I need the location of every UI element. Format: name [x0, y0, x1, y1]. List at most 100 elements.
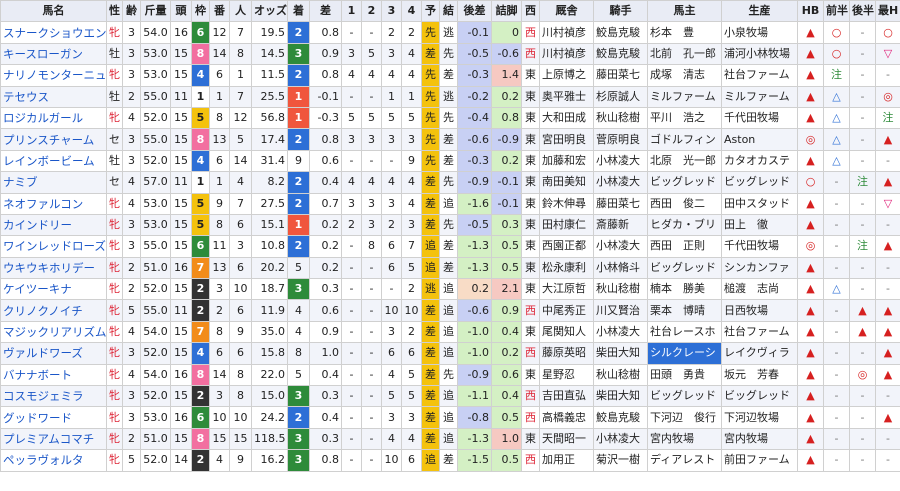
table-row[interactable]: グッドワード牝 3 53.0 16 6 10 10 24.2 2 0.4- -3 3 差追 -0.8 0.5…: [0, 406, 900, 429]
table-row[interactable]: カインドリー牝 3 53.0 15 5 8 6 15.1 1 0.2 2 3 2 3 差先 -0.5 0.3 東田…: [0, 213, 900, 237]
column-header[interactable]: 枠: [191, 0, 210, 23]
jockey-cell: 小林凌大: [593, 171, 648, 194]
mark-kou: -: [849, 427, 876, 451]
column-header[interactable]: 2: [361, 0, 382, 23]
mark-kou: -: [849, 385, 876, 408]
column-header[interactable]: 結: [439, 0, 458, 23]
column-header[interactable]: 差: [309, 0, 342, 23]
result-style-cell: 追: [439, 406, 458, 429]
column-header[interactable]: 西: [521, 0, 540, 23]
horse-name-link[interactable]: ウキウキホリデー: [0, 256, 107, 280]
column-header[interactable]: 馬名: [0, 0, 107, 23]
column-header[interactable]: 馬主: [647, 0, 722, 23]
corner-1-cell: -: [341, 449, 362, 472]
mark-hb: ▲: [797, 149, 824, 173]
corner-2-cell: -: [361, 363, 382, 387]
horse-name-link[interactable]: テセウス: [0, 85, 107, 108]
sex-cell: 牝: [106, 427, 123, 451]
table-row[interactable]: コスモジェミラ牝 3 52.0 15 2 3 8 15.0 3 0.3- -5 5 差追 -1.1 0.4 西…: [0, 385, 900, 408]
horse-name-link[interactable]: クリノクノイチ: [0, 299, 107, 322]
column-header[interactable]: 騎手: [593, 0, 648, 23]
horse-name-link[interactable]: ヴァルドワーズ: [0, 342, 107, 365]
late-diff-cell: -0.1: [457, 21, 492, 44]
horse-name-link[interactable]: プリンスチャーム: [0, 128, 107, 151]
horse-name-link[interactable]: ロジカルガール: [0, 106, 107, 130]
column-header[interactable]: 予: [421, 0, 440, 23]
column-header[interactable]: 1: [341, 0, 362, 23]
table-row[interactable]: ナミブセ 4 57.0 11 1 1 4 8.2 2 0.4 4 4 4 4 差先 -0.9 -0.1 東南田美知…: [0, 171, 900, 194]
horse-name-link[interactable]: バナナボート: [0, 363, 107, 387]
table-row[interactable]: ペッラヴォルタ牝 5 52.0 14 2 4 9 16.2 3 0.8- -10 6 追差 -1.5 0.5…: [0, 449, 900, 472]
prediction-cell: 先: [421, 85, 440, 108]
column-header[interactable]: 後差: [457, 0, 492, 23]
horse-name-link[interactable]: マジックリアリズム: [0, 320, 107, 344]
column-header[interactable]: 3: [381, 0, 402, 23]
mark-zen: △: [823, 278, 850, 301]
table-row[interactable]: ナリノモンターニュ牝 3 53.0 15 4 6 1 11.5 2 0.8 4 4 4 4 先差 -0.3 1.…: [0, 64, 900, 87]
popularity-cell: 7: [229, 85, 252, 108]
horse-name-link[interactable]: スナークショウエン: [0, 21, 107, 44]
jockey-cell: 菅原明良: [593, 128, 648, 151]
table-row[interactable]: クリノクノイチ牝 5 55.0 11 2 2 6 11.9 4 0.6- -10 10 差追 -0.6 0.…: [0, 299, 900, 322]
column-header[interactable]: 4: [401, 0, 422, 23]
column-header[interactable]: 詰脚: [491, 0, 522, 23]
column-header[interactable]: HB: [797, 0, 824, 23]
column-header[interactable]: 頭: [170, 0, 192, 23]
table-row[interactable]: バナナボート牝 4 54.0 16 8 14 8 22.0 5 0.4- -4 5 差先 -0.9 0.6 東…: [0, 363, 900, 387]
table-row[interactable]: ネオファルコン牝 4 53.0 15 5 9 7 27.5 2 0.7 3 3 3 4 差追 -1.6 -0.1…: [0, 192, 900, 215]
column-header[interactable]: オッズ: [251, 0, 288, 23]
corner-4-cell: 2: [401, 21, 422, 44]
table-row[interactable]: ケイツーキナ牝 2 52.0 15 2 3 10 18.7 3 0.3- - -2 逃追 0.2 2.1 東大…: [0, 278, 900, 301]
table-row[interactable]: キースローガン牡 3 53.0 15 8 14 8 14.5 3 0.9 3 5 3 4 差先 -0.5 -0.…: [0, 42, 900, 66]
column-header[interactable]: 齢: [122, 0, 141, 23]
margin-cell: 0.9: [309, 320, 342, 344]
table-row[interactable]: スナークショウエン牝 3 54.0 16 6 12 7 19.5 2 0.8- -2 2 先逃 -0.1 0…: [0, 21, 900, 44]
number-cell: 13: [209, 256, 230, 280]
corner-3-cell: 3: [381, 192, 402, 215]
trainer-cell: 鈴木伸尋: [539, 192, 594, 215]
horse-name-link[interactable]: カインドリー: [0, 213, 107, 237]
column-header[interactable]: 生産: [721, 0, 798, 23]
column-header[interactable]: 人: [229, 0, 252, 23]
table-row[interactable]: レインボービーム牡 3 52.0 15 4 6 14 31.4 9 0.6- - -9 先差 -0.3 0.…: [0, 149, 900, 173]
column-header[interactable]: 斤量: [140, 0, 171, 23]
owner-cell: 平川 浩之: [647, 106, 722, 130]
breeder-cell: 槌渡 志尚: [721, 278, 798, 301]
column-header[interactable]: 最H: [875, 0, 900, 23]
sex-cell: 牝: [106, 406, 123, 429]
horse-name-link[interactable]: コスモジェミラ: [0, 385, 107, 408]
horse-name-link[interactable]: レインボービーム: [0, 149, 107, 173]
odds-cell: 31.4: [251, 149, 288, 173]
column-header[interactable]: 番: [209, 0, 230, 23]
number-cell: 13: [209, 128, 230, 151]
column-header[interactable]: 厩舎: [539, 0, 594, 23]
odds-cell: 10.8: [251, 235, 288, 258]
horse-name-link[interactable]: ナリノモンターニュ: [0, 64, 107, 87]
prediction-cell: 差: [421, 299, 440, 322]
margin-cell: 0.8: [309, 64, 342, 87]
horse-name-link[interactable]: ネオファルコン: [0, 192, 107, 215]
horse-name-link[interactable]: キースローガン: [0, 42, 107, 66]
horse-name-link[interactable]: グッドワード: [0, 406, 107, 429]
corner-4-cell: 3: [401, 128, 422, 151]
column-header[interactable]: 着: [287, 0, 310, 23]
corner-2-cell: -: [361, 299, 382, 322]
table-row[interactable]: ロジカルガール牝 4 52.0 15 5 8 12 56.8 1 -0.3 5 5 5 5 先先 -0.4 0.…: [0, 106, 900, 130]
horse-name-link[interactable]: ワインレッドローズ: [0, 235, 107, 258]
table-row[interactable]: ヴァルドワーズ牝 3 52.0 15 4 6 6 15.8 8 1.0- -6 6 差追 -1.0 0.2 西…: [0, 342, 900, 365]
table-row[interactable]: テセウス牡 2 55.0 11 1 1 7 25.5 1 -0.1- -1 1 先逃 -0.2 0.2 東奥平…: [0, 85, 900, 108]
column-header[interactable]: 前半: [823, 0, 850, 23]
column-header[interactable]: 性: [106, 0, 123, 23]
table-row[interactable]: ウキウキホリデー牝 2 51.0 16 7 13 6 20.2 5 0.2- -6 5 追差 -1.3 0.…: [0, 256, 900, 280]
table-row[interactable]: マジックリアリズム牝 4 54.0 15 7 8 9 35.0 4 0.9- -3 2 差追 -1.0 0.…: [0, 320, 900, 344]
owner-cell: 成塚 清志: [647, 64, 722, 87]
horse-name-link[interactable]: ケイツーキナ: [0, 278, 107, 301]
horse-name-link[interactable]: ナミブ: [0, 171, 107, 194]
table-row[interactable]: ワインレッドローズ牝 3 55.0 15 6 11 3 10.8 2 0.2-8 6 7 追差 -1.3 0…: [0, 235, 900, 258]
horse-name-link[interactable]: ペッラヴォルタ: [0, 449, 107, 472]
horse-name-link[interactable]: プレミアムコマチ: [0, 427, 107, 451]
table-row[interactable]: プレミアムコマチ牝 2 51.0 15 8 15 15 118.5 3 0.3- -4 4 差追 -1.3…: [0, 427, 900, 451]
table-row[interactable]: プリンスチャームセ 3 55.0 15 8 13 5 17.4 2 0.8 3 3 3 3 先差 -0.6 -0…: [0, 128, 900, 151]
column-header[interactable]: 後半: [849, 0, 876, 23]
closing-cell: 0.2: [491, 85, 522, 108]
